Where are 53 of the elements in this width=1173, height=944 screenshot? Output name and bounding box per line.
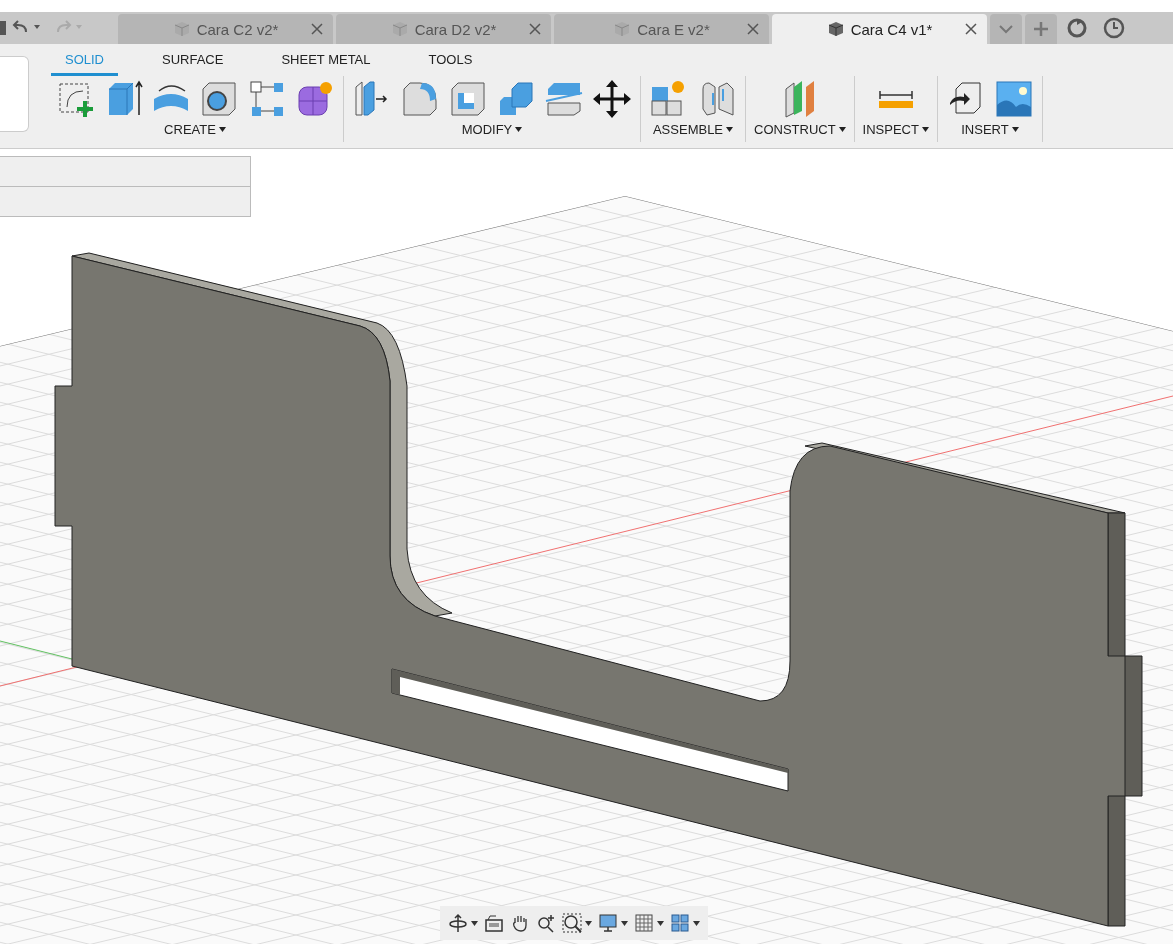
caret-icon[interactable] — [693, 920, 700, 926]
tab-title: Cara C2 v2* — [196, 20, 279, 38]
close-icon[interactable] — [311, 23, 323, 35]
cube-icon — [172, 20, 191, 38]
zoom-icon[interactable] — [536, 913, 556, 933]
group-menu[interactable]: ASSEMBLE — [652, 122, 734, 137]
monitor-icon[interactable] — [598, 913, 618, 933]
caret-icon — [515, 127, 523, 132]
hand-icon[interactable] — [510, 913, 530, 933]
cube-icon — [390, 20, 409, 38]
move-icon[interactable] — [592, 79, 632, 119]
image-icon[interactable] — [993, 79, 1034, 119]
caret-icon[interactable] — [657, 920, 664, 926]
ribbon-tab[interactable]: SURFACE — [148, 52, 238, 76]
caret-icon — [218, 127, 226, 132]
look-at-icon[interactable] — [484, 913, 504, 933]
zoom-window-icon[interactable] — [562, 913, 582, 933]
shell-icon[interactable] — [448, 79, 488, 119]
ribbon-tab[interactable]: TOOLS — [414, 52, 487, 76]
chevron-down-icon — [999, 24, 1013, 34]
cube-icon — [613, 20, 632, 38]
tab-title: Cara C4 v1* — [850, 20, 933, 38]
tab-title: Cara D2 v2* — [414, 20, 497, 38]
document-tab[interactable]: Cara C2 v2* — [118, 14, 333, 44]
group-menu[interactable]: INSPECT — [862, 122, 929, 137]
cube-icon — [826, 20, 845, 38]
group-menu[interactable]: INSERT — [961, 122, 1019, 137]
document-tab[interactable]: Cara D2 v2* — [336, 14, 551, 44]
sync-icon[interactable] — [1066, 17, 1088, 39]
group-menu[interactable]: CREATE — [164, 122, 226, 137]
document-tab[interactable]: Cara E v2* — [554, 14, 769, 44]
caret-icon — [838, 127, 846, 132]
close-icon[interactable] — [747, 23, 759, 35]
caret-icon[interactable] — [471, 920, 478, 926]
close-icon[interactable] — [529, 23, 541, 35]
caret-icon[interactable] — [621, 920, 628, 926]
document-tab[interactable]: Cara C4 v1* — [772, 14, 987, 44]
orbit-icon[interactable] — [448, 913, 468, 933]
caret-icon — [921, 127, 929, 132]
clock-icon[interactable] — [1103, 17, 1125, 39]
close-icon[interactable] — [965, 23, 977, 35]
fillet-icon[interactable] — [400, 79, 440, 119]
viewports-icon[interactable] — [670, 913, 690, 933]
group-menu[interactable]: CONSTRUCT — [754, 122, 846, 137]
plus-icon — [1033, 21, 1049, 37]
caret-icon — [1011, 127, 1019, 132]
ribbon-tab[interactable]: SHEET METAL — [267, 52, 385, 76]
hole-icon[interactable] — [199, 79, 239, 119]
group-menu[interactable]: MODIFY — [461, 122, 523, 137]
tab-title: Cara E v2* — [637, 20, 710, 38]
caret-icon[interactable] — [585, 920, 592, 926]
form-icon[interactable] — [295, 79, 335, 119]
caret-icon — [726, 127, 734, 132]
